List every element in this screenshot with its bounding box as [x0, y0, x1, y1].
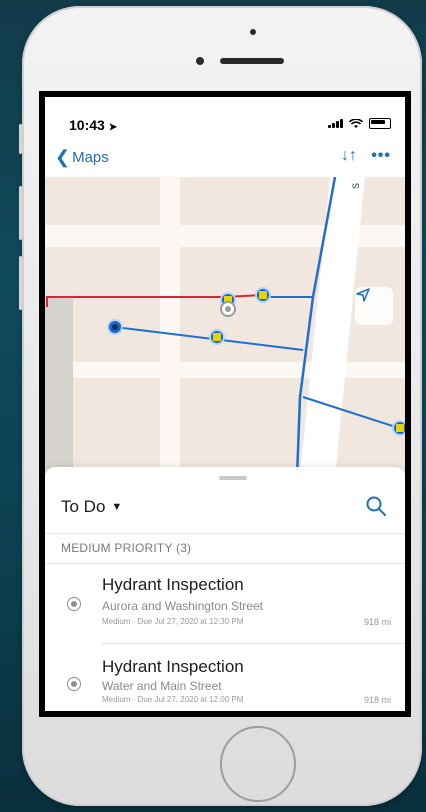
status-time: 10:43 ➤ [69, 117, 117, 133]
building-left [45, 297, 73, 477]
proximity-sensor [250, 29, 256, 35]
item-meta: Medium · Due Jul 27, 2020 at 12:30 PM [102, 617, 244, 626]
hydrant-marker[interactable] [255, 287, 271, 303]
wifi-icon [349, 118, 363, 128]
hydrant-marker[interactable] [209, 329, 225, 345]
map-view[interactable]: S [45, 177, 405, 477]
map-feature-valve[interactable] [107, 319, 123, 335]
earpiece-speaker [220, 58, 284, 64]
item-subtitle: Aurora and Washington Street [102, 599, 263, 613]
item-meta: Medium · Due Jul 27, 2020 at 12:00 PM [102, 695, 244, 704]
divider [45, 563, 405, 564]
battery-icon [369, 118, 391, 129]
status-bar: 10:43 ➤ [45, 97, 405, 137]
side-button-left [19, 124, 22, 154]
front-camera [196, 57, 204, 65]
item-title: Hydrant Inspection [102, 657, 244, 676]
search-icon [366, 496, 386, 516]
map-canvas[interactable]: S [45, 177, 405, 477]
item-subtitle: Water and Main Street [102, 679, 222, 693]
list-filter-dropdown[interactable]: To Do ▼ [61, 497, 122, 517]
divider [102, 643, 405, 644]
caret-down-icon: ▼ [111, 501, 123, 513]
divider [45, 533, 405, 534]
status-time-text: 10:43 [69, 117, 105, 133]
status-radio-icon [67, 677, 81, 691]
signal-icon [328, 119, 343, 128]
navigation-arrow-icon [356, 288, 370, 302]
list-item[interactable]: Hydrant Inspection Aurora and Washington… [45, 567, 405, 651]
location-arrow-icon: ➤ [108, 122, 118, 133]
item-distance: 918 mi [363, 695, 391, 705]
bottom-sheet: To Do ▼ MEDIUM PRIORITY (3) Hydrant Insp… [45, 467, 405, 711]
status-radio-icon [67, 597, 81, 611]
water-main-lateral-1 [114, 326, 304, 351]
navigation-bar: ❮ Maps ↓↑ ••• [45, 141, 405, 177]
sort-button[interactable]: ↓↑ [341, 147, 357, 165]
volume-down-button [19, 256, 22, 310]
hydrant-marker[interactable] [392, 420, 405, 436]
hydrant-marker-selected[interactable] [220, 292, 236, 317]
sort-arrows-icon: ↓↑ [341, 147, 357, 164]
sheet-title: To Do [61, 497, 106, 516]
item-distance: 918 mi [363, 617, 391, 627]
section-header: MEDIUM PRIORITY (3) [61, 541, 192, 555]
phone-screen: 10:43 ➤ ❮ Maps ↓↑ ••• S To Do ▼ MEDIUM P… [39, 91, 411, 717]
back-label: Maps [72, 149, 109, 166]
list-item[interactable]: Hydrant Inspection Water and Main Street… [45, 647, 405, 711]
volume-up-button [19, 186, 22, 240]
road-horizontal-middle [45, 362, 405, 378]
home-button[interactable] [220, 726, 296, 802]
locate-button[interactable] [355, 287, 393, 325]
search-button[interactable] [365, 495, 387, 517]
back-button[interactable]: ❮ Maps [55, 147, 109, 168]
road-vertical-left [160, 177, 180, 477]
status-icons [328, 118, 391, 129]
street-label-s: S [351, 183, 361, 189]
sheet-grabber[interactable] [219, 476, 247, 480]
more-label: ••• [371, 147, 391, 164]
more-button[interactable]: ••• [371, 147, 391, 165]
app-screen: 10:43 ➤ ❮ Maps ↓↑ ••• S To Do ▼ MEDIUM P… [45, 97, 405, 711]
chevron-left-icon: ❮ [55, 147, 71, 167]
item-title: Hydrant Inspection [102, 575, 244, 594]
